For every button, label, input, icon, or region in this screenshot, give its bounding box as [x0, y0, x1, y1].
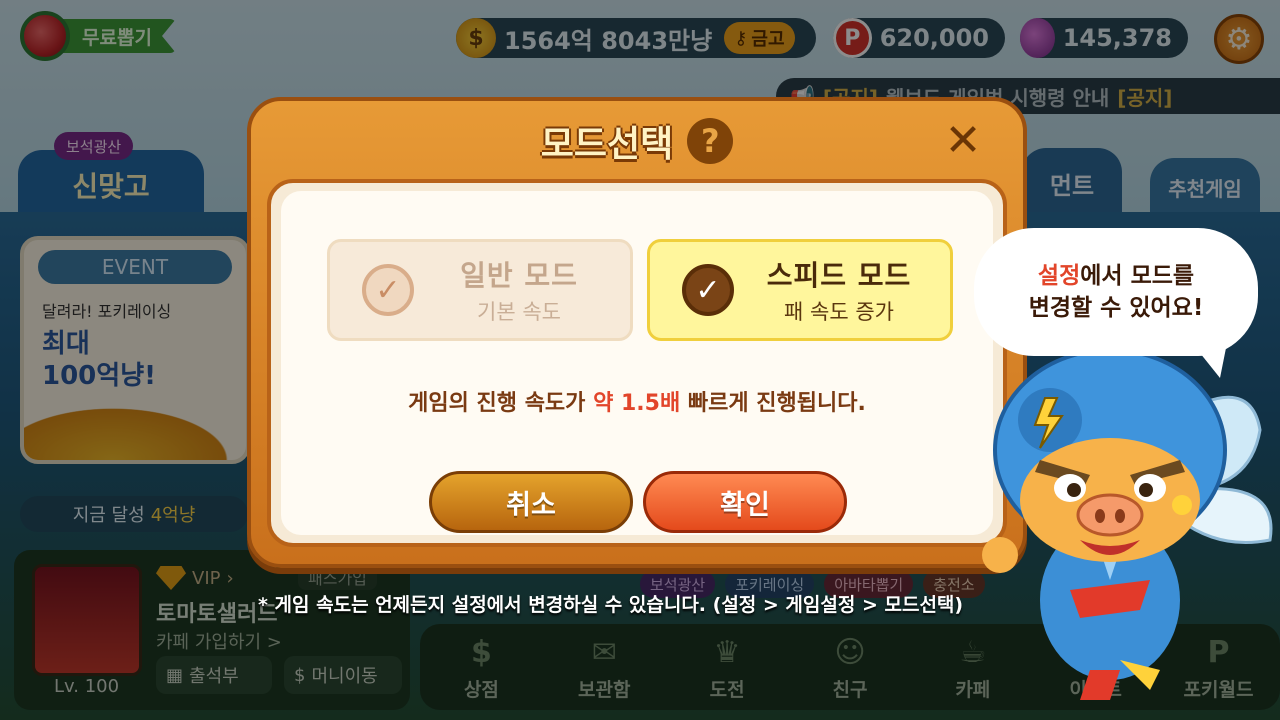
normal-mode-name: 일반 모드	[460, 259, 578, 292]
speed-message-prefix: 게임의 진행 속도가	[408, 391, 594, 416]
normal-mode-option[interactable]: ✓ 일반 모드 기본 속도	[327, 239, 633, 341]
check-circle-icon: ✓	[682, 264, 734, 316]
speed-message: 게임의 진행 속도가 약 1.5배 빠르게 진행됩니다.	[281, 385, 993, 417]
bubble-line1-rest: 에서 모드를	[1080, 263, 1195, 289]
check-circle-icon: ✓	[362, 264, 414, 316]
bubble-line2: 변경할 수 있어요!	[1028, 295, 1204, 321]
settings-footnote: * 게임 속도는 언제든지 설정에서 변경하실 수 있습니다. (설정 > 게임…	[258, 594, 964, 616]
dialog-title: 모드선택	[540, 124, 674, 165]
mascot-speech-bubble: 설정에서 모드를 변경할 수 있어요!	[974, 228, 1258, 356]
dialog-body: ✓ 일반 모드 기본 속도 ✓ 스피드 모드 패 속도 증가 게임의 진행 속도…	[281, 191, 993, 535]
speed-mode-desc: 패 속도 증가	[784, 300, 894, 324]
speed-mode-text: 스피드 모드 패 속도 증가	[754, 254, 924, 326]
normal-mode-text: 일반 모드 기본 속도	[434, 254, 604, 326]
speed-mode-option[interactable]: ✓ 스피드 모드 패 속도 증가	[647, 239, 953, 341]
close-icon[interactable]: ✕	[941, 119, 985, 163]
bubble-line1: 설정에서 모드를	[1038, 260, 1194, 292]
bubble-highlight: 설정	[1037, 263, 1081, 289]
normal-mode-desc: 기본 속도	[477, 300, 561, 324]
dialog-body-frame: ✓ 일반 모드 기본 속도 ✓ 스피드 모드 패 속도 증가 게임의 진행 속도…	[267, 179, 1007, 547]
confirm-button[interactable]: 확인	[643, 471, 847, 533]
cancel-button[interactable]: 취소	[429, 471, 633, 533]
speed-message-suffix: 빠르게 진행됩니다.	[680, 391, 866, 416]
mascot-character	[982, 348, 1273, 700]
speed-mode-name: 스피드 모드	[766, 259, 912, 292]
mode-select-dialog: 모드선택 ? ✕ ✓ 일반 모드 기본 속도 ✓ 스피드 모드 패 속도 증가 …	[247, 97, 1027, 568]
speed-message-emphasis: 약 1.5배	[593, 391, 681, 416]
help-question-icon[interactable]: ?	[687, 118, 734, 164]
dialog-title-row: 모드선택 ?	[251, 115, 1023, 167]
